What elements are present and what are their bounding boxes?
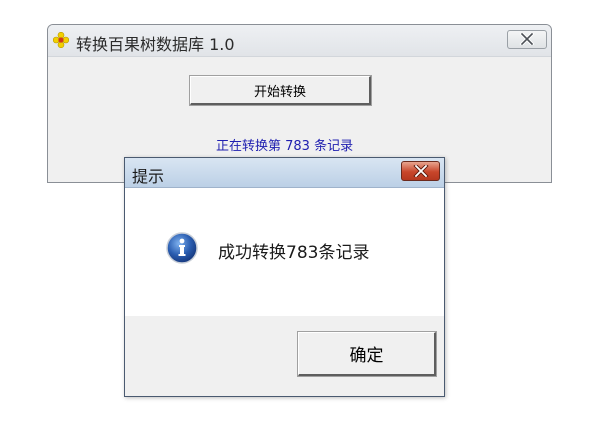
- dialog-titlebar[interactable]: 提示: [125, 158, 444, 188]
- start-conversion-button[interactable]: 开始转换: [189, 75, 372, 106]
- main-close-button[interactable]: [507, 30, 547, 49]
- message-dialog: 提示 成功转换783条记录 确定: [124, 157, 445, 397]
- main-titlebar[interactable]: 转换百果树数据库 1.0: [48, 25, 551, 57]
- dialog-title: 提示: [132, 167, 165, 186]
- info-icon: [166, 232, 198, 264]
- dialog-body: 成功转换783条记录: [125, 188, 444, 316]
- dialog-close-button[interactable]: [401, 161, 440, 181]
- ok-button[interactable]: 确定: [297, 331, 437, 377]
- conversion-status: 正在转换第 783 条记录: [216, 139, 354, 154]
- close-icon: [519, 30, 535, 49]
- app-flower-icon: [52, 31, 70, 49]
- dialog-footer: 确定: [125, 316, 444, 396]
- window-title: 转换百果树数据库 1.0: [76, 35, 235, 54]
- close-icon: [412, 162, 429, 181]
- dialog-message: 成功转换783条记录: [218, 243, 370, 263]
